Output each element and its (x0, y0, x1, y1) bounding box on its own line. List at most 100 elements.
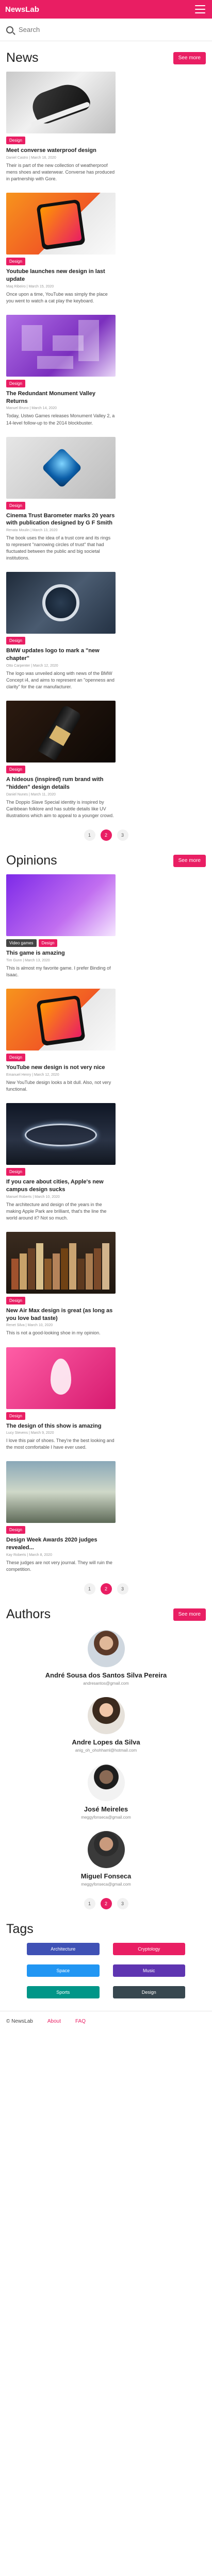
article-excerpt: The architecture and design of the years… (6, 1201, 107, 1221)
badge-row: Design (6, 637, 116, 645)
article-title[interactable]: A hideous (inspired) rum brand with "hid… (6, 776, 116, 791)
category-badge[interactable]: Design (6, 1526, 25, 1534)
page-button[interactable]: 2 (100, 1898, 112, 1910)
article-card[interactable]: Video games Design This game is amazing Tim… (6, 874, 116, 978)
category-badge[interactable]: Design (6, 637, 25, 645)
category-badge[interactable]: Design (6, 1296, 25, 1304)
tags-title: Tags (6, 1922, 34, 1937)
category-badge[interactable]: Design (6, 257, 25, 265)
article-image[interactable] (6, 72, 116, 133)
article-card[interactable]: Design YouTube new design is not very nic… (6, 989, 116, 1093)
article-image[interactable] (6, 1347, 116, 1409)
article-title[interactable]: Design Week Awards 2020 judges revealed.… (6, 1536, 116, 1552)
page-button[interactable]: 1 (84, 1583, 95, 1595)
article-card[interactable]: Design Meet converse waterproof design Dan… (6, 72, 116, 182)
article-card[interactable]: Design A hideous (inspired) rum brand wit… (6, 701, 116, 819)
article-title[interactable]: Youtube launches new design in last upda… (6, 268, 116, 283)
news-see-more-button[interactable]: See more (173, 52, 206, 64)
tag-button[interactable]: Sports (27, 1986, 100, 1999)
book-spine (102, 1243, 109, 1290)
author-name[interactable]: José Meireles (6, 1805, 206, 1813)
avatar[interactable] (87, 1630, 125, 1668)
author-card[interactable]: Miguel Fonseca meggyfonseca@gmail.com (6, 1831, 206, 1887)
category-badge[interactable]: Design (6, 1167, 25, 1176)
category-badge[interactable]: Design (6, 766, 25, 774)
article-image[interactable] (6, 989, 116, 1051)
search-input[interactable] (19, 26, 206, 33)
article-title[interactable]: If you care about cities, Apple's new ca… (6, 1178, 116, 1194)
article-title[interactable]: New Air Max design is great (as long as … (6, 1307, 116, 1323)
avatar[interactable] (87, 1764, 125, 1802)
author-card[interactable]: André Sousa dos Santos Silva Pereira andr… (6, 1630, 206, 1686)
page-button[interactable]: 2 (100, 1583, 112, 1595)
authors-section: Authors See more André Sousa dos Santos … (0, 1607, 212, 1910)
category-badge[interactable]: Design (6, 501, 25, 510)
category-badge[interactable]: Design (6, 1054, 25, 1062)
article-card[interactable]: Design Cinema Trust Barometer marks 20 ye… (6, 436, 116, 562)
book-spine (36, 1243, 43, 1290)
article-title[interactable]: Meet converse waterproof design (6, 147, 116, 155)
authors-see-more-button[interactable]: See more (173, 1608, 206, 1621)
article-card[interactable]: Design If you care about cities, Apple's … (6, 1103, 116, 1222)
geometric-block (37, 355, 73, 369)
article-image[interactable] (6, 1103, 116, 1165)
article-card[interactable]: Design New Air Max design is great (as lo… (6, 1231, 116, 1337)
category-badge[interactable]: Design (6, 137, 25, 144)
author-card[interactable]: Andre Lopes da Silva anig_oh_ohohhaml@hot… (6, 1697, 206, 1753)
article-card[interactable]: Design Design Week Awards 2020 judges rev… (6, 1461, 116, 1573)
category-badge[interactable]: Design (38, 939, 58, 947)
page-button[interactable]: 1 (84, 1898, 95, 1910)
tag-button[interactable]: Design (112, 1986, 185, 1999)
page-button[interactable]: 1 (84, 829, 95, 841)
avatar[interactable] (87, 1831, 125, 1869)
article-card[interactable]: Design The Redundant Monument Valley Retu… (6, 314, 116, 427)
article-image[interactable] (6, 874, 116, 937)
tag-button[interactable]: Space (27, 1964, 100, 1977)
article-image[interactable] (6, 701, 116, 763)
menu-icon[interactable] (193, 4, 207, 14)
article-image[interactable] (6, 1231, 116, 1294)
article-meta: Maq Ribeiro | March 15, 2020 (6, 284, 54, 289)
author-card[interactable]: José Meireles meggyfonseca@gmail.com (6, 1764, 206, 1820)
search-icon[interactable] (6, 26, 13, 33)
article-image[interactable] (6, 1461, 116, 1523)
article-card[interactable]: Design BMW updates logo to mark a "new ch… (6, 572, 116, 690)
article-image[interactable] (6, 572, 116, 634)
page-button[interactable]: 3 (117, 1583, 128, 1595)
book-spine (53, 1253, 60, 1290)
article-title[interactable]: This game is amazing (6, 950, 116, 957)
avatar[interactable] (87, 1697, 125, 1735)
category-badge[interactable]: Design (6, 379, 25, 387)
tag-button[interactable]: Architecture (27, 1943, 100, 1956)
category-badge[interactable]: Design (6, 1412, 25, 1420)
tag-button[interactable]: Music (112, 1964, 185, 1977)
author-name[interactable]: Miguel Fonseca (6, 1872, 206, 1880)
article-excerpt: The logo was unveiled along with news of… (6, 671, 115, 690)
page-button[interactable]: 2 (100, 829, 112, 841)
author-name[interactable]: Andre Lopes da Silva (6, 1738, 206, 1746)
article-title[interactable]: YouTube new design is not very nice (6, 1064, 116, 1072)
book-spine (86, 1253, 93, 1290)
tag-button[interactable]: Cryptology (112, 1943, 185, 1956)
footer-faq-link[interactable]: FAQ (75, 2019, 86, 2024)
category-badge[interactable]: Video games (6, 939, 37, 947)
article-image[interactable] (6, 192, 116, 255)
article-title[interactable]: The Redundant Monument Valley Returns (6, 390, 116, 405)
article-image[interactable] (6, 436, 116, 499)
authors-list: André Sousa dos Santos Silva Pereira andr… (6, 1630, 206, 1887)
author-name[interactable]: André Sousa dos Santos Silva Pereira (6, 1671, 206, 1679)
article-image[interactable] (6, 314, 116, 377)
article-title[interactable]: Cinema Trust Barometer marks 20 years wi… (6, 512, 116, 528)
brand-logo[interactable]: NewsLab (5, 5, 39, 14)
opinions-see-more-button[interactable]: See more (173, 854, 206, 867)
article-title[interactable]: BMW updates logo to mark a "new chapter" (6, 647, 116, 663)
author-email: anig_oh_ohohhaml@hotmail.com (75, 1748, 137, 1753)
article-card[interactable]: Design Youtube launches new design in las… (6, 192, 116, 304)
news-section: News See more Design Meet converse waterp… (0, 50, 212, 841)
authors-pagination: 123 (6, 1898, 206, 1910)
page-button[interactable]: 3 (117, 829, 128, 841)
footer-about-link[interactable]: About (47, 2019, 61, 2024)
article-card[interactable]: Design The design of this show is amazing… (6, 1347, 116, 1451)
page-button[interactable]: 3 (117, 1898, 128, 1910)
article-title[interactable]: The design of this show is amazing (6, 1422, 116, 1430)
